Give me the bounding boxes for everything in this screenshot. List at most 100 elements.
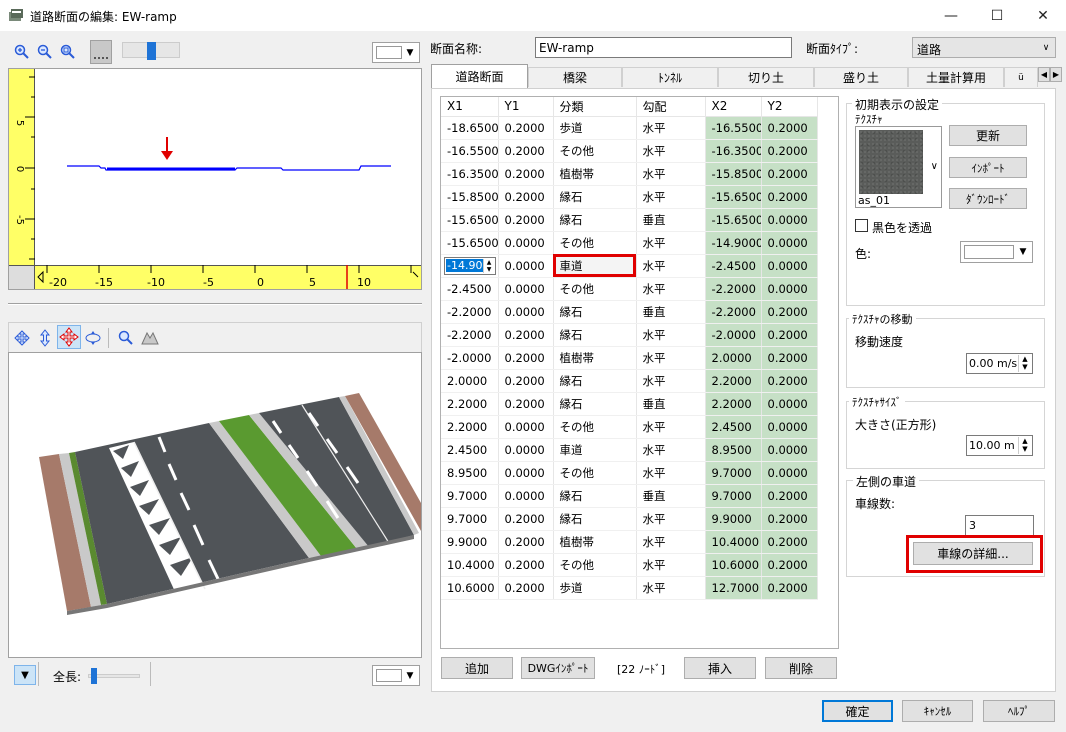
cell-y1[interactable]: 0.2000 — [498, 346, 554, 370]
cell-x1[interactable]: 9.7000 — [441, 484, 499, 508]
zoom-icon[interactable] — [116, 328, 136, 348]
cell-y1[interactable]: 0.2000 — [498, 392, 554, 416]
cell-slope[interactable]: 水平 — [636, 231, 706, 255]
texture-download-button[interactable]: ﾀﾞｳﾝﾛｰﾄﾞ — [949, 188, 1027, 209]
cell-x1[interactable]: -2.4500 — [441, 277, 499, 301]
collapse-button[interactable]: ▼ — [14, 665, 36, 685]
cell-x2[interactable]: -16.5500 — [705, 116, 762, 140]
cell-x1[interactable]: 9.7000 — [441, 507, 499, 531]
tab-cut[interactable]: 切り土 — [718, 67, 814, 87]
cell-slope[interactable]: 垂直 — [636, 392, 706, 416]
table-row[interactable]: 10.4000 0.2000 その他 水平 10.6000 0.2000 — [441, 553, 818, 577]
cell-y2[interactable]: 0.2000 — [761, 576, 818, 600]
cell-class[interactable]: 縁石 — [553, 208, 637, 232]
cell-x1[interactable]: -15.8500 — [441, 185, 499, 209]
cell-x2[interactable]: 8.9500 — [705, 438, 762, 462]
cell-class[interactable]: その他 — [553, 553, 637, 577]
cell-y2[interactable]: 0.2000 — [761, 553, 818, 577]
table-row[interactable]: 2.2000 0.2000 縁石 垂直 2.2000 0.0000 — [441, 392, 818, 416]
section-view[interactable]: 5 0 -5 -20 -15 -10 -5 0 5 10 — [8, 68, 422, 290]
table-row[interactable]: -2.4500 0.0000 その他 水平 -2.2000 0.0000 — [441, 277, 818, 301]
table-row[interactable]: -15.6500 0.2000 縁石 垂直 -15.6500 0.0000 — [441, 208, 818, 232]
cell-x2[interactable]: 2.2000 — [705, 369, 762, 393]
cell-y1[interactable]: 0.2000 — [498, 139, 554, 163]
rotate-icon[interactable] — [12, 328, 32, 348]
maximize-button[interactable]: ☐ — [974, 0, 1020, 31]
table-row[interactable]: -18.6500 0.2000 歩道 水平 -16.5500 0.2000 — [441, 116, 818, 140]
cell-y2[interactable]: 0.2000 — [761, 484, 818, 508]
cell-x2[interactable]: 9.9000 — [705, 507, 762, 531]
tab-scroll-left[interactable]: ◀ — [1038, 67, 1050, 82]
cell-slope[interactable]: 水平 — [636, 277, 706, 301]
cell-slope[interactable]: 水平 — [636, 139, 706, 163]
col-header-x1[interactable]: X1 — [441, 97, 499, 117]
update-button[interactable]: 更新 — [949, 125, 1027, 146]
cell-y1[interactable]: 0.2000 — [498, 369, 554, 393]
cell-slope[interactable]: 垂直 — [636, 484, 706, 508]
cell-y2[interactable]: 0.2000 — [761, 139, 818, 163]
cell-class[interactable]: 歩道 — [553, 576, 637, 600]
cell-y2[interactable]: 0.0000 — [761, 461, 818, 485]
cell-x2[interactable]: 10.6000 — [705, 553, 762, 577]
cell-y2[interactable]: 0.0000 — [761, 392, 818, 416]
cell-x2[interactable]: -2.4500 — [705, 254, 762, 278]
splitter[interactable] — [8, 303, 422, 305]
cell-x1[interactable]: -2.0000 — [441, 346, 499, 370]
cell-x1[interactable]: 2.2000 — [441, 392, 499, 416]
table-row[interactable]: -15.6500 0.0000 その他 水平 -14.9000 0.0000 — [441, 231, 818, 255]
size-spinner[interactable]: 10.00 m ▲ ▼ — [966, 435, 1033, 456]
cell-x2[interactable]: 2.0000 — [705, 346, 762, 370]
cell-x1[interactable]: -16.5500 — [441, 139, 499, 163]
cell-x1[interactable]: -16.3500 — [441, 162, 499, 186]
cell-class[interactable]: 植樹帯 — [553, 530, 637, 554]
table-row[interactable]: 2.0000 0.2000 縁石 水平 2.2000 0.2000 — [441, 369, 818, 393]
delete-button[interactable]: 削除 — [765, 657, 837, 679]
ok-button[interactable]: 確定 — [822, 700, 893, 722]
cell-x2[interactable]: -2.0000 — [705, 323, 762, 347]
cell-slope[interactable]: 水平 — [636, 507, 706, 531]
cell-x1[interactable]: 2.4500 — [441, 438, 499, 462]
color-dropdown[interactable]: ▼ — [960, 241, 1033, 263]
cell-class[interactable]: その他 — [553, 139, 637, 163]
grid-icon[interactable] — [90, 40, 112, 64]
lane-count-input[interactable] — [965, 515, 1034, 536]
cell-x1[interactable]: -18.6500 — [441, 116, 499, 140]
cell-y1[interactable]: 0.0000 — [498, 300, 554, 324]
length-slider[interactable] — [88, 668, 140, 684]
cell-x1[interactable]: -15.6500 — [441, 208, 499, 232]
spinner-arrows-icon[interactable]: ▲ ▼ — [1018, 437, 1031, 454]
cell-y1[interactable]: 0.0000 — [498, 277, 554, 301]
cell-y2[interactable]: 0.0000 — [761, 254, 818, 278]
cell-y1[interactable]: 0.2000 — [498, 323, 554, 347]
dwg-import-button[interactable]: DWGｲﾝﾎﾟｰﾄ — [521, 657, 595, 679]
table-row[interactable]: 2.2000 0.0000 その他 水平 2.4500 0.0000 — [441, 415, 818, 439]
table-row[interactable]: 8.9500 0.0000 その他 水平 9.7000 0.0000 — [441, 461, 818, 485]
cell-y1[interactable]: 0.0000 — [498, 484, 554, 508]
cell-y2[interactable]: 0.0000 — [761, 415, 818, 439]
orbit-icon[interactable] — [83, 328, 103, 348]
cell-x2[interactable]: -2.2000 — [705, 300, 762, 324]
col-header-slope[interactable]: 勾配 — [636, 97, 706, 117]
cell-slope[interactable]: 水平 — [636, 461, 706, 485]
cell-class[interactable]: 植樹帯 — [553, 346, 637, 370]
cell-class[interactable]: その他 — [553, 277, 637, 301]
minimize-button[interactable]: — — [928, 0, 974, 31]
cell-x1[interactable]: -14.90 ▲ ▼ — [441, 254, 499, 278]
tab-scroll-right[interactable]: ▶ — [1050, 67, 1062, 82]
zoom-slider[interactable] — [122, 42, 180, 60]
cell-x1[interactable]: -2.2000 — [441, 300, 499, 324]
cell-y2[interactable]: 0.0000 — [761, 208, 818, 232]
cell-class[interactable]: その他 — [553, 461, 637, 485]
view3d-canvas[interactable] — [8, 352, 422, 658]
cell-slope[interactable]: 水平 — [636, 116, 706, 140]
cell-y1[interactable]: 0.2000 — [498, 116, 554, 140]
cell-y1[interactable]: 0.0000 — [498, 231, 554, 255]
table-row[interactable]: 9.7000 0.2000 縁石 水平 9.9000 0.2000 — [441, 507, 818, 531]
cell-x2[interactable]: 10.4000 — [705, 530, 762, 554]
cell-y2[interactable]: 0.2000 — [761, 530, 818, 554]
cell-y2[interactable]: 0.2000 — [761, 300, 818, 324]
cell-x1[interactable]: 10.6000 — [441, 576, 499, 600]
view3d-color-dropdown[interactable]: ▼ — [372, 665, 420, 686]
cancel-button[interactable]: ｷｬﾝｾﾙ — [902, 700, 973, 722]
cell-x1[interactable]: 9.9000 — [441, 530, 499, 554]
